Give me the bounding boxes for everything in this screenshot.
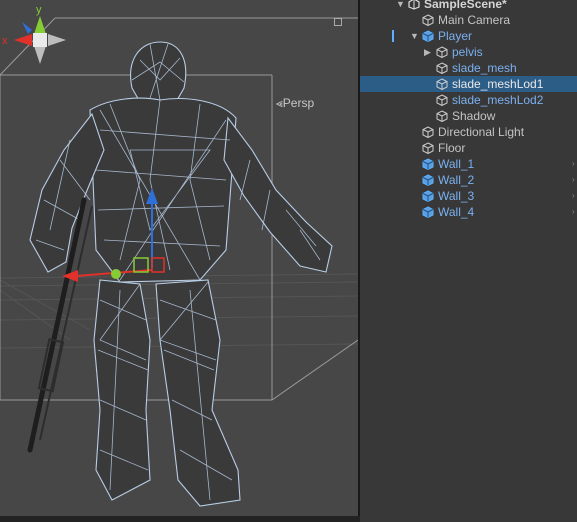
prefab-icon: [422, 174, 434, 186]
hierarchy-item-label: Wall_1: [438, 157, 475, 171]
projection-label: Persp: [282, 96, 315, 110]
hierarchy-item[interactable]: Main Camera: [360, 12, 577, 28]
hierarchy-item-label: Floor: [438, 141, 466, 155]
hierarchy-item-label: Directional Light: [438, 125, 525, 139]
hierarchy-item-label: Wall_4: [438, 205, 475, 219]
hierarchy-item-label: slade_meshLod2: [452, 93, 544, 107]
hierarchy-item-label: Main Camera: [438, 13, 511, 27]
hierarchy-item-label: slade_mesh: [452, 61, 517, 75]
gizmo-neg-y-cone[interactable]: [34, 46, 46, 64]
scene-bottom-bar: [0, 516, 360, 522]
gameobject-icon: [436, 62, 448, 74]
hierarchy-item[interactable]: slade_meshLod2: [360, 92, 577, 108]
scene-row[interactable]: ▼ SampleScene*: [360, 0, 577, 12]
hierarchy-item-label: Shadow: [452, 109, 496, 123]
unity-scene-icon: [408, 0, 420, 10]
maximize-icon[interactable]: [334, 18, 342, 26]
hierarchy-item[interactable]: Wall_1 ›: [360, 156, 577, 172]
collapse-icon[interactable]: ▼: [396, 0, 405, 12]
gizmo-y-label: y: [36, 4, 42, 16]
projection-toggle[interactable]: ⪡Persp: [276, 96, 314, 111]
prefab-open-icon[interactable]: ›: [572, 204, 575, 220]
hierarchy-item[interactable]: ▶ pelvis: [360, 44, 577, 60]
hierarchy-item-label: Player: [438, 29, 473, 43]
prefab-open-icon[interactable]: ›: [572, 172, 575, 188]
gameobject-icon: [436, 110, 448, 122]
hierarchy-item[interactable]: slade_meshLod1: [360, 76, 577, 92]
gizmo-x-cone[interactable]: [14, 34, 32, 46]
expand-arrow-icon[interactable]: ▼: [410, 28, 419, 44]
hierarchy-item-label: pelvis: [452, 45, 483, 59]
expand-arrow-icon[interactable]: ▶: [424, 44, 431, 60]
gizmo-y-cone[interactable]: [34, 16, 46, 34]
perspective-icon: ⪡: [276, 96, 283, 110]
gizmo-z-cone[interactable]: [22, 22, 32, 34]
gizmo-center-cube[interactable]: [33, 33, 47, 47]
prefab-override-marker: [392, 30, 394, 42]
hierarchy-item[interactable]: slade_mesh: [360, 60, 577, 76]
hierarchy-item-label: Wall_2: [438, 173, 475, 187]
orientation-gizmo[interactable]: y x: [0, 0, 80, 80]
gizmo-neg-x-cone[interactable]: [48, 34, 66, 46]
gizmo-x-label: x: [2, 35, 8, 47]
prefab-icon: [422, 206, 434, 218]
hierarchy-item[interactable]: Floor: [360, 140, 577, 156]
gameobject-icon: [436, 94, 448, 106]
hierarchy-item[interactable]: Wall_3 ›: [360, 188, 577, 204]
prefab-icon: [422, 30, 434, 42]
hierarchy-item-label: Wall_3: [438, 189, 475, 203]
hierarchy-item[interactable]: Directional Light: [360, 124, 577, 140]
hierarchy-item[interactable]: Wall_2 ›: [360, 172, 577, 188]
hierarchy-panel: ▼ SampleScene* Main Camera ▼ Player ▶ pelvis…: [360, 0, 577, 522]
gameobject-icon: [422, 14, 434, 26]
prefab-open-icon[interactable]: ›: [572, 188, 575, 204]
y-axis-handle[interactable]: [111, 269, 121, 279]
hierarchy-item[interactable]: Wall_4 ›: [360, 204, 577, 220]
hierarchy-item-label: slade_meshLod1: [452, 77, 544, 91]
hierarchy-item[interactable]: Shadow: [360, 108, 577, 124]
gameobject-icon: [422, 142, 434, 154]
scene-view[interactable]: y x ⪡Persp: [0, 0, 358, 516]
prefab-icon: [422, 158, 434, 170]
scene-name: SampleScene*: [424, 0, 507, 11]
gameobject-icon: [436, 46, 448, 58]
gameobject-icon: [422, 126, 434, 138]
prefab-open-icon[interactable]: ›: [572, 156, 575, 172]
prefab-icon: [422, 190, 434, 202]
gameobject-icon: [436, 78, 448, 90]
